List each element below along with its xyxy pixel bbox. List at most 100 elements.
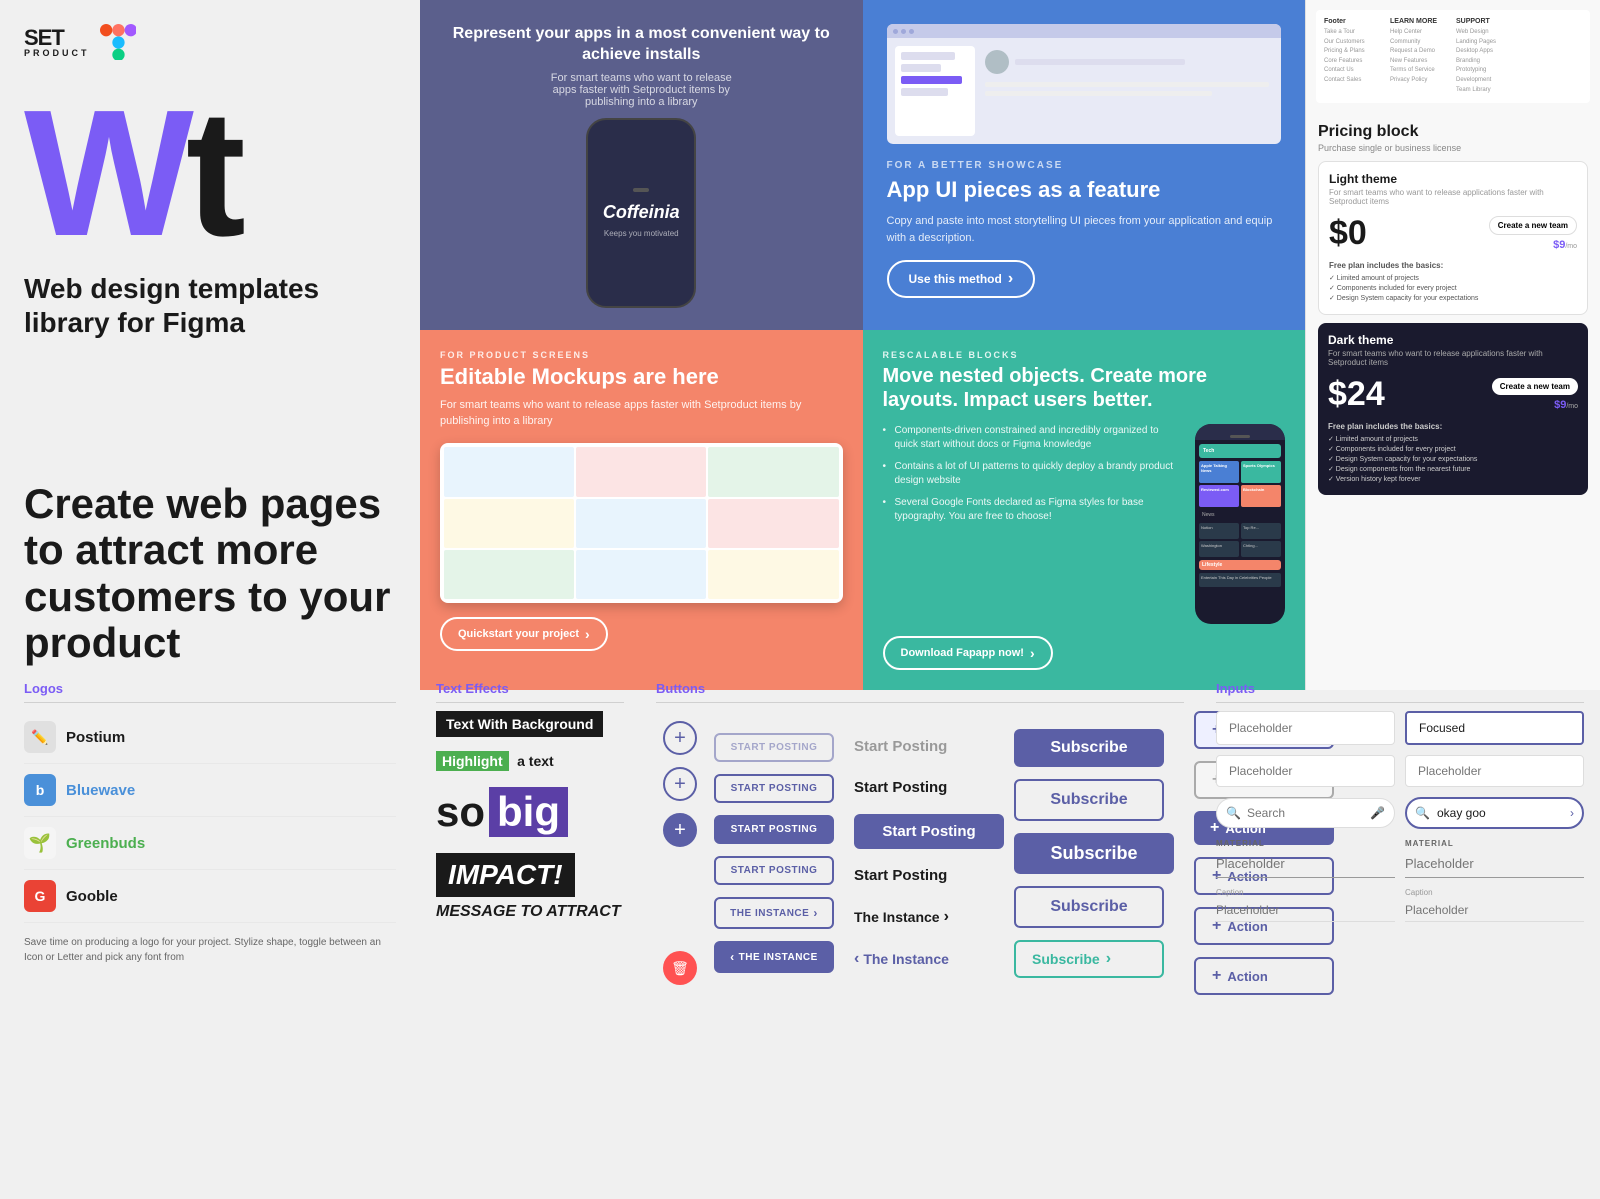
card-blue-label: FOR A BETTER SHOWCASE [887,160,1282,171]
col-outline-btns: START POSTING START POSTING START POSTIN… [714,733,844,973]
input-placeholder-3[interactable] [1405,755,1584,787]
material-input-1[interactable] [1216,850,1395,878]
footer-mock-grid: Footer Take a TourOur CustomersPricing &… [1324,18,1582,95]
search-input-1[interactable] [1216,798,1395,828]
ghost-instance-btn-2[interactable]: ‹ The Instance [854,944,1004,974]
browser-content [887,38,1282,144]
light-price: $0 [1329,214,1367,253]
input-placeholder-1[interactable] [1216,711,1395,745]
card-blue: FOR A BETTER SHOWCASE App UI pieces as a… [863,0,1306,330]
text-so-display: so [436,791,485,833]
teal-bullet-3: • Several Google Fonts declared as Figma… [883,496,1184,524]
instance-btn-2[interactable]: ‹ THE INSTANCE [714,941,834,973]
inputs-title: Inputs [1216,681,1584,703]
outline-btn-2[interactable]: START POSTING [714,774,834,803]
ghost-btn-1[interactable]: Start Posting [854,732,1004,761]
logo-set-text: SET [24,27,90,49]
subscribe-btn-teal[interactable]: Subscribe › [1014,940,1164,978]
text-rest-display: a text [517,753,554,769]
subscribe-btn-4[interactable]: Subscribe [1014,886,1164,928]
instance-arrow-left: ‹ [730,950,735,964]
postium-icon: ✏️ [24,721,56,753]
plus-button-3[interactable]: + [663,813,697,847]
instance-arrow-1: › [813,906,818,920]
top-cards-row: Represent your apps in a most convenient… [420,0,1305,330]
outline-btn-4[interactable]: START POSTING [714,856,834,885]
trash-button[interactable]: 🗑 [663,951,697,985]
ios-phone-bar [1195,424,1285,440]
ghost-btn-3[interactable]: Start Posting [854,814,1004,849]
instance-chevron: › [944,908,949,926]
footer-col-learn: LEARN MORE Help CenterCommunityRequest a… [1390,18,1450,95]
logo-item-postium: ✏️ Postium [24,711,396,764]
text-effect-sobig: so big [436,787,624,837]
figma-icon [100,24,136,60]
card-salmon: FOR PRODUCT SCREENS Editable Mockups are… [420,330,863,690]
search-input-2[interactable] [1405,797,1584,829]
browser-dot-1 [893,29,898,34]
tablet-cell-7 [444,550,574,599]
subscribe-btn-2[interactable]: Subscribe [1014,779,1164,821]
card-purple: Represent your apps in a most convenient… [420,0,863,330]
ghost-btn-4[interactable]: Start Posting [854,861,1004,890]
footer-mock: Footer Take a TourOur CustomersPricing &… [1316,10,1590,103]
teal-bullet-1: • Components-driven constrained and incr… [883,424,1184,452]
ios-news-2: Top Re... [1241,523,1281,539]
ghost-btn-2[interactable]: Start Posting [854,773,1004,802]
teal-content-row: • Components-driven constrained and incr… [883,424,1286,624]
dark-right-col: Create a new team $9/mo [1492,378,1578,411]
light-unlimited: $9/mo [1553,239,1577,251]
card-salmon-cta-button[interactable]: Quickstart your project [440,617,608,651]
dark-cta-button[interactable]: Create a new team [1492,378,1578,395]
material-input-2[interactable] [1405,850,1584,878]
text-effect-impact: Impact! message to attract [436,853,624,921]
input-focused[interactable] [1405,711,1584,745]
dark-theme-sub: For smart teams who want to release appl… [1328,349,1578,367]
caption-label-1: Caption [1216,888,1395,897]
tablet-cell-3 [708,447,838,496]
footer-col-support-items: Web DesignLanding PagesDesktop AppsBrand… [1456,28,1516,95]
ios-row-1: Tech [1199,444,1281,458]
text-effect-highlight: Highlight a text [436,753,624,771]
gooble-name: Gooble [66,888,118,905]
tablet-cell-9 [708,550,838,599]
light-cta-button[interactable]: Create a new team [1489,216,1577,235]
browser-avatar [985,50,1009,74]
logos-panel: Logos ✏️ Postium b Bluewave 🌱 Greenbuds … [0,661,420,1199]
search-field-2: 🔍 › [1405,797,1584,829]
caption-input-1[interactable] [1216,899,1395,922]
tablet-cell-6 [708,499,838,548]
browser-avatar-row [985,50,1270,74]
outline-btn-1[interactable]: START POSTING [714,733,834,762]
subscribe-btn-3[interactable]: Subscribe [1014,833,1174,874]
card-blue-cta-button[interactable]: Use this method [887,260,1036,298]
footer-col-footer-title: Footer [1324,18,1384,25]
logo-item-bluewave: b Bluewave [24,764,396,817]
dark-price: $24 [1328,375,1385,414]
instance-btn-1[interactable]: THE INSTANCE › [714,897,834,929]
postium-name: Postium [66,729,125,746]
footer-col-support-title: SUPPORT [1456,18,1516,25]
col-subscribe-btns: Subscribe Subscribe Subscribe Subscribe … [1014,729,1184,978]
light-theme-sub: For smart teams who want to release appl… [1329,188,1577,206]
light-price-row: $0 Create a new team $9/mo [1329,214,1577,253]
ghost-instance-btn[interactable]: The Instance › [854,902,1004,932]
subscribe-btn-1[interactable]: Subscribe [1014,729,1164,767]
dark-theme-label: Dark theme [1328,333,1578,347]
ios-cell-4: Blockchain [1241,485,1281,507]
ios-phone-content: Tech Apple Talking News Sports Olympics … [1195,440,1285,591]
bottom-section: Logos ✏️ Postium b Bluewave 🌱 Greenbuds … [0,660,1600,1199]
browser-name-line [1015,59,1186,65]
input-placeholder-2[interactable] [1216,755,1395,787]
material-label-2: MATERIAL [1405,839,1584,848]
caption-label-2: Caption [1405,888,1584,897]
plus-button-1[interactable]: + [663,721,697,755]
teal-bullet-2: • Contains a lot of UI patterns to quick… [883,460,1184,488]
plus-button-2[interactable]: + [663,767,697,801]
dark-features: ✓ Limited amount of projects ✓ Component… [1328,435,1578,483]
caption-input-2[interactable] [1405,899,1584,922]
text-highlight-display: Highlight [436,751,509,771]
ios-grid: Apple Talking News Sports Olympics Revie… [1199,461,1281,507]
outline-btn-3[interactable]: START POSTING [714,815,834,844]
ios-phone-notch [1230,435,1250,438]
